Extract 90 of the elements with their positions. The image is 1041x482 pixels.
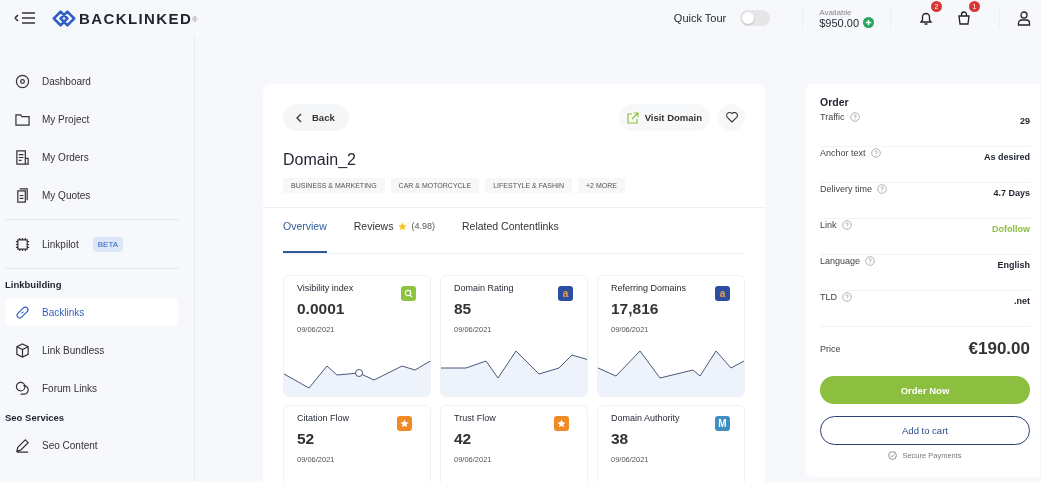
external-link-icon xyxy=(626,111,639,124)
heart-icon xyxy=(725,112,738,123)
add-to-cart-button[interactable]: Add to cart xyxy=(820,416,1030,445)
domain-title: Domain_2 xyxy=(283,151,357,169)
tab[interactable]: Overview xyxy=(283,220,327,253)
add-funds-icon[interactable] xyxy=(863,17,874,28)
sidebar-item[interactable]: My Project xyxy=(5,105,178,133)
tab[interactable]: Reviews (4.98) xyxy=(353,220,435,253)
order-label: TLD xyxy=(820,292,837,302)
receipt-icon xyxy=(15,149,30,165)
order-value: 4.7 Days xyxy=(993,188,1030,198)
metric-value: 42 xyxy=(454,430,473,448)
metric-title: Trust Flow xyxy=(454,413,496,423)
sidebar-item-label: My Project xyxy=(42,113,90,125)
order-value: As desired xyxy=(983,152,1030,162)
link-icon xyxy=(15,304,30,320)
sidebar-item[interactable]: Seo Content xyxy=(5,431,178,459)
sidebar-item-label: My Orders xyxy=(42,151,89,163)
order-value: 29 xyxy=(1020,116,1030,126)
visit-domain-button[interactable]: Visit Domain xyxy=(618,104,710,131)
metric-value: 17,816 xyxy=(611,300,660,318)
order-label: Language xyxy=(820,256,861,266)
sidebar-item-label: Link Bundless xyxy=(42,344,105,356)
shopping-bag-icon[interactable] xyxy=(956,10,972,26)
order-label: Delivery time xyxy=(820,184,872,194)
order-label: Anchor text xyxy=(820,148,866,158)
order-value: .net xyxy=(1014,296,1030,306)
metric-title: Referring Domains xyxy=(611,283,687,293)
letter-badge: M xyxy=(715,416,730,431)
sidebar-item[interactable]: Dashboard xyxy=(5,67,178,95)
order-value: English xyxy=(997,260,1030,270)
folder-icon xyxy=(15,111,30,127)
gauge-icon xyxy=(15,73,30,89)
metric-value: 0.0001 xyxy=(297,300,346,318)
chat-icon xyxy=(15,380,30,396)
sidebar-heading: Seo Services xyxy=(5,412,66,423)
chip-icon xyxy=(15,236,30,252)
metric-title: Domain Authority xyxy=(611,413,680,423)
cube-icon xyxy=(15,342,30,358)
favorite-button[interactable] xyxy=(718,104,745,131)
price-value: €190.00 xyxy=(968,339,1030,359)
order-label: Traffic xyxy=(820,112,845,122)
sidebar-item-label: My Quotes xyxy=(42,189,91,201)
metric-value: 38 xyxy=(611,430,630,448)
sidebar-item[interactable]: My Orders xyxy=(5,143,178,171)
price-label: Price xyxy=(820,344,841,354)
order-label: Link xyxy=(820,220,837,230)
metric-title: Visibility index xyxy=(297,283,354,293)
check-circle-icon xyxy=(888,451,898,460)
metric-value: 85 xyxy=(454,300,473,318)
sidebar-item-label: Seo Content xyxy=(42,439,98,451)
metric-title: Citation Flow xyxy=(297,413,350,423)
help-icon[interactable] xyxy=(841,220,852,230)
star-icon xyxy=(398,221,408,231)
back-button[interactable]: Back xyxy=(283,104,349,131)
logo-icon xyxy=(52,9,76,27)
letter-badge: a xyxy=(558,286,573,301)
sidebar-item[interactable]: Linkpilot BETA xyxy=(5,230,178,258)
sidebar-item-label: Forum Links xyxy=(42,382,97,394)
sidebar-heading: Linkbuilding xyxy=(5,279,63,290)
quick-tour-toggle[interactable] xyxy=(740,10,771,26)
sidebar-item-label: Linkpilot xyxy=(42,238,79,250)
quick-tour-label: Quick Tour xyxy=(673,12,727,24)
menu-icon[interactable] xyxy=(14,11,36,25)
sidebar-item[interactable]: Forum Links xyxy=(5,374,178,402)
sidebar-item[interactable]: Link Bundless xyxy=(5,336,178,364)
logo-text: BACKLINKED xyxy=(79,9,193,27)
user-icon[interactable] xyxy=(1016,10,1032,26)
sidebar-item[interactable]: My Quotes xyxy=(5,181,178,209)
balance-amount: $950.00 xyxy=(819,16,859,29)
help-icon[interactable] xyxy=(865,256,876,266)
metric-title: Domain Rating xyxy=(454,283,514,293)
chevron-left-icon xyxy=(295,112,303,123)
metric-value: 52 xyxy=(297,430,316,448)
letter-badge: a xyxy=(715,286,730,301)
help-icon[interactable] xyxy=(877,184,887,194)
bell-icon[interactable] xyxy=(918,10,934,26)
help-icon[interactable] xyxy=(842,292,852,302)
order-value: Dofollow xyxy=(992,224,1030,234)
balance-label: Available xyxy=(819,7,853,17)
help-icon[interactable] xyxy=(849,112,860,122)
sidebar-item[interactable]: Backlinks xyxy=(5,298,178,326)
order-title: Order xyxy=(820,96,850,108)
help-icon[interactable] xyxy=(870,148,881,158)
beta-badge: BETA xyxy=(92,236,123,252)
sidebar-item-label: Dashboard xyxy=(42,75,91,87)
document-icon xyxy=(15,187,30,203)
pen-icon xyxy=(15,437,30,453)
sidebar-item-label: Backlinks xyxy=(42,306,85,318)
tab[interactable]: Related Contentlinks xyxy=(461,220,559,253)
